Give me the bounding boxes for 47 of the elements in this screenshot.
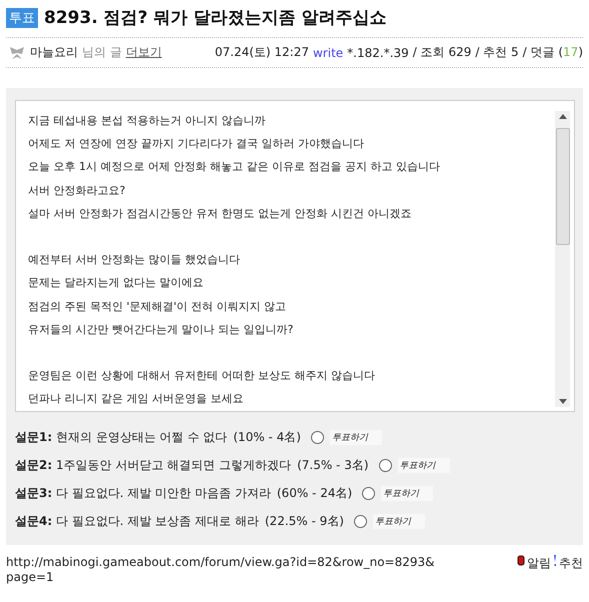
scroll-down-icon[interactable] bbox=[558, 399, 566, 404]
poll-option-text: 설문1: 현재의 운영상태는 어쩔 수 없다 bbox=[15, 429, 228, 446]
view-count: / 조회 629 bbox=[412, 44, 472, 61]
write-label: write bbox=[312, 46, 344, 60]
body-text-line: 운영팀은 이런 상황에 대해서 유저한테 어떠한 보상도 해주지 않습니다 bbox=[28, 369, 375, 382]
exclamation-icon bbox=[553, 555, 557, 566]
poll-option-text: 설문3: 다 필요없다. 제발 미안한 마음좀 가져라 bbox=[15, 485, 271, 502]
post-url: http://mabinogi.gameabout.com/forum/view.ga?id=82&row_no=8293& page=1 bbox=[6, 555, 435, 585]
poll-result: (22.5% - 9名) bbox=[264, 513, 344, 530]
body-text-line: 점검의 주된 목적인 '문제해결'이 전혀 이뤄지지 않고 bbox=[28, 300, 286, 312]
post-title: 8293. 점검? 뭐가 달라졌는지좀 알려주십쇼 bbox=[44, 7, 386, 29]
poll-radio[interactable] bbox=[354, 515, 367, 528]
poll-radio[interactable] bbox=[378, 459, 392, 472]
scrollbar[interactable] bbox=[555, 111, 570, 407]
poll-radio[interactable] bbox=[310, 431, 324, 444]
body-text-line: 지금 테섭내용 본섭 적용하는거 아니지 않습니까 bbox=[28, 114, 266, 127]
alert-link[interactable]: 알림 bbox=[527, 555, 551, 572]
body-text-line: 문제는 달라지는게 없다는 말이에요 bbox=[28, 276, 204, 290]
author-name[interactable]: 마늘요리 bbox=[30, 44, 78, 61]
ip-address: *.182.*.39 bbox=[347, 46, 409, 60]
recommend-count: / 추천 5 bbox=[475, 44, 519, 61]
poll-result: (10% - 4名) bbox=[233, 429, 301, 446]
vote-button[interactable]: 투표하기 bbox=[372, 514, 425, 529]
siren-icon bbox=[517, 555, 525, 566]
recommend-link[interactable]: 추천 bbox=[559, 555, 583, 572]
scroll-up-icon[interactable] bbox=[558, 114, 566, 119]
poll-result: (60% - 24名) bbox=[276, 485, 352, 502]
body-text-line: 오늘 오후 1시 예정으로 어제 안정화 해놓고 같은 이유로 점검을 공지 하고 있습니다 bbox=[28, 160, 440, 174]
body-text-line: 서버 안정화라고요? bbox=[28, 184, 126, 197]
post-datetime: 07.24(토) 12:27 bbox=[214, 44, 309, 61]
vote-button[interactable]: 투표하기 bbox=[398, 458, 450, 473]
body-text-line: 던파나 리니지 같은 게임 서버운영을 보세요 bbox=[28, 392, 244, 406]
vote-button[interactable]: 투표하기 bbox=[381, 486, 434, 501]
comment-count: / 덧글 (17) bbox=[522, 44, 583, 61]
poll-radio[interactable] bbox=[362, 487, 376, 500]
vote-button[interactable]: 투표하기 bbox=[330, 430, 382, 445]
body-text-line: 설마 서버 안정화가 점검시간동안 유저 한명도 없는게 안정화 시킨건 아니겠죠 bbox=[28, 206, 412, 220]
poll-result: (7.5% - 3名) bbox=[297, 457, 369, 474]
poll-option-text: 설문4: 다 필요없다. 제발 보상좀 제대로 해라 bbox=[15, 513, 259, 530]
poll-option-text: 설문2: 1주일동안 서버닫고 해결되면 그렇게하겠다 bbox=[15, 457, 292, 474]
body-text-line: 유저들의 시간만 뺏어간다는게 말이나 되는 일입니까? bbox=[28, 322, 294, 336]
author-suffix: 님의 글 bbox=[82, 44, 122, 61]
more-link[interactable]: 더보기 bbox=[126, 44, 162, 61]
vote-badge: 투표 bbox=[6, 8, 38, 28]
body-text-line: 어제도 저 연장에 연장 끝까지 기다리다가 결국 일하러 가야했습니다 bbox=[28, 137, 364, 150]
body-text-line: 예전부터 서버 안정화는 많이들 했었습니다 bbox=[28, 253, 240, 266]
butterfly-icon bbox=[8, 44, 26, 60]
